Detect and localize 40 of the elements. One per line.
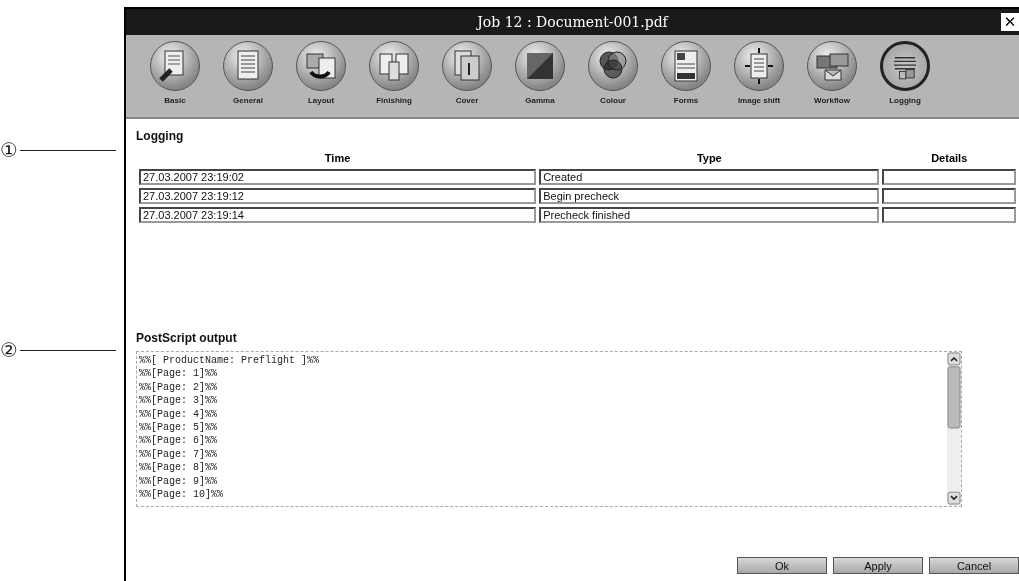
window-title: Job 12 : Document-001.pdf: [477, 14, 668, 30]
callout-number: ②: [0, 338, 18, 362]
table-cell: Created: [539, 169, 880, 185]
dialog-button[interactable]: Cancel: [929, 557, 1019, 574]
toolbar-tab[interactable]: Finishing: [364, 35, 424, 105]
log-sheet-icon: [880, 41, 930, 91]
form-icon: [661, 41, 711, 91]
column-header: Type: [695, 152, 723, 166]
close-button[interactable]: ✕: [1001, 13, 1019, 31]
toolbar-tab[interactable]: Forms: [656, 35, 716, 105]
document-wrench-icon: [150, 41, 200, 91]
table-cell: Begin precheck: [539, 188, 880, 204]
output-text: %%[ ProductName: Preflight ]%% %%[Page: 1]%% %%[Page: 2]%% %%[Page: 3]%% %%[Page: 4]%% %%[Page: 5]%% %%[Page: 6]%% %%[Page: 7]%% %%[Page: 8]%% %%[Page: 9]%% %%[Page: 10]%%: [138, 354, 321, 503]
toolbar-tab[interactable]: Gamma: [510, 35, 570, 105]
callout-number: ①: [0, 138, 18, 162]
table-cell: Precheck finished: [539, 207, 880, 223]
column-header: Details: [930, 152, 969, 166]
toolbar-tab[interactable]: Basic: [145, 35, 205, 105]
section-heading: Logging: [136, 129, 185, 143]
table-cell: 27.03.2007 23:19:02: [139, 169, 537, 185]
toolbar-tab[interactable]: Cover: [437, 35, 497, 105]
toolbar-tab[interactable]: Colour: [583, 35, 643, 105]
scrollbar[interactable]: [947, 352, 961, 506]
printer-envelope-icon: [807, 41, 857, 91]
page-arrows-icon: [734, 41, 784, 91]
toolbar-tab[interactable]: General: [218, 35, 278, 105]
numbered-page-icon: [442, 41, 492, 91]
toolbar-tab[interactable]: Layout: [291, 35, 351, 105]
toolbar-tab[interactable]: Workflow: [802, 35, 862, 105]
folded-pages-icon: [369, 41, 419, 91]
dialog-button[interactable]: Ok: [737, 557, 827, 574]
column-header: Time: [323, 152, 352, 166]
table-cell: 27.03.2007 23:19:12: [139, 188, 537, 204]
document-icon: [223, 41, 273, 91]
toolbar-tab[interactable]: Image shift: [729, 35, 789, 105]
section-heading: PostScript output: [136, 331, 238, 345]
table-cell: 27.03.2007 23:19:14: [139, 207, 537, 223]
toolbar-tab[interactable]: Logging: [875, 35, 935, 105]
dialog-button[interactable]: Apply: [833, 557, 923, 574]
color-circles-icon: [588, 41, 638, 91]
